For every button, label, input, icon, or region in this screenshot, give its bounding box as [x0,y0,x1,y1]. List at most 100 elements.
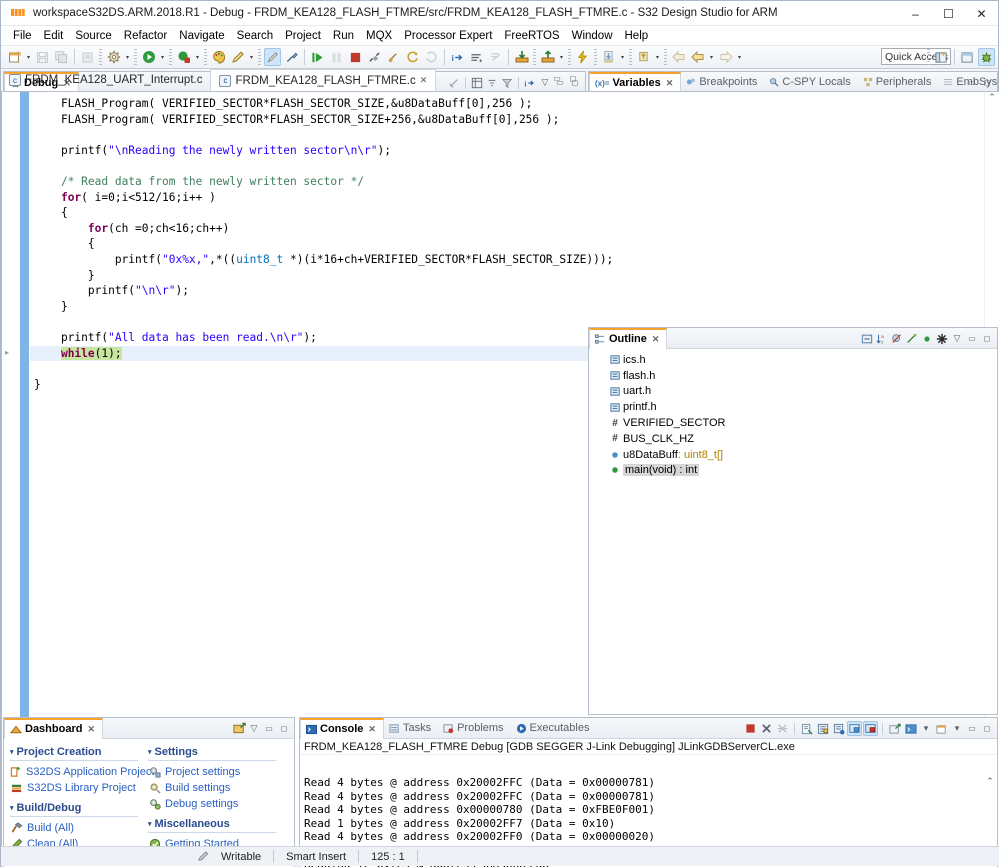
menu-file[interactable]: File [7,29,38,43]
import-icon[interactable] [513,48,530,66]
close-icon[interactable]: ✕ [666,78,674,89]
close-icon[interactable]: ✕ [368,724,376,735]
outline-item-verified-sector[interactable]: # VERIFIED_SECTOR [589,415,997,431]
step-over-icon[interactable] [468,48,485,66]
save-all-icon[interactable] [53,48,70,66]
menu-processor-expert[interactable]: Processor Expert [398,29,498,43]
menu-source[interactable]: Source [69,29,117,43]
sort-icon[interactable]: az [875,331,889,346]
menu-search[interactable]: Search [231,29,279,43]
outline-item-u8databuff[interactable]: u8DataBuff : uint8_t[] [589,447,997,463]
link-build-all[interactable]: Build (All) [10,820,138,836]
clear-console-icon[interactable] [799,721,814,736]
build-gear-icon[interactable] [105,48,122,66]
flash-program-icon[interactable] [600,48,617,66]
tab-peripherals[interactable]: Peripherals [858,72,939,93]
pin-console-selected-icon[interactable] [863,721,878,736]
tab-breakpoints[interactable]: Breakpoints [681,72,764,93]
editor-tab-flash-ftmre[interactable]: c FRDM_KEA128_FLASH_FTMRE.c ✕ [210,69,437,91]
run-dropdown-arrow[interactable]: ▾ [158,48,167,66]
open-dashboard-icon[interactable] [232,721,246,736]
pencil-icon[interactable] [229,48,246,66]
new-console-view-icon[interactable] [903,721,918,736]
flash-erase-icon[interactable] [635,48,652,66]
maximize-button[interactable]: ☐ [932,1,965,26]
save-icon[interactable] [34,48,51,66]
debug-dropdown-arrow[interactable]: ▾ [193,48,202,66]
minimize-view-icon[interactable]: ▭ [262,721,276,736]
debug-launch-icon[interactable] [175,48,192,66]
step-into-icon[interactable]: i [449,48,466,66]
resume-icon[interactable] [309,48,326,66]
step-return-icon[interactable] [487,48,504,66]
hide-nonpublic-icon[interactable] [920,331,934,346]
maximize-view-icon[interactable]: ◻ [277,721,291,736]
menu-window[interactable]: Window [566,29,619,43]
forward-arrow-icon[interactable] [717,48,734,66]
build-dropdown-arrow[interactable]: ▾ [123,48,132,66]
new-icon[interactable] [6,48,23,66]
outline-item-bus-clk-hz[interactable]: # BUS_CLK_HZ [589,431,997,447]
minimize-view-icon[interactable]: ▭ [965,721,979,736]
tab-tasks[interactable]: Tasks [384,718,438,739]
step-forward-icon[interactable] [423,48,440,66]
collapse-all-icon[interactable] [860,331,874,346]
export-icon[interactable] [539,48,556,66]
hide-local-types-icon[interactable] [935,331,949,346]
back-dropdown-arrow[interactable]: ▾ [707,48,716,66]
menu-navigate[interactable]: Navigate [173,29,230,43]
group-title[interactable]: ▾ Project Creation [10,746,138,761]
pin-console-icon[interactable] [831,721,846,736]
group-title[interactable]: ▾ Settings [148,746,276,761]
cpp-perspective-icon[interactable] [959,48,976,66]
open-perspective-icon[interactable] [933,48,950,66]
tab-problems[interactable]: Problems [438,718,510,739]
scroll-up-arrow-icon[interactable]: ⌃ [986,776,994,790]
outline-item-main[interactable]: main(void) : int [589,463,997,479]
link-s32ds-library-project[interactable]: S32DS Library Project [10,780,138,796]
export-dropdown-arrow[interactable]: ▾ [557,48,566,66]
open-console-icon[interactable] [887,721,902,736]
maximize-view-icon[interactable]: ◻ [980,331,994,346]
link-project-settings[interactable]: Project settings [148,764,276,780]
menu-help[interactable]: Help [619,29,655,43]
editor-tab-uart-interrupt[interactable]: c FRDM_KEA128_UART_Interrupt.c [1,69,210,91]
hide-static-icon[interactable] [905,331,919,346]
remove-all-launches-icon[interactable] [775,721,790,736]
minimize-button[interactable]: – [899,1,932,26]
back-history-icon[interactable] [670,48,687,66]
console-menu-dropdown-arrow[interactable]: ▾ [950,721,964,736]
flash-lightning-icon[interactable] [574,48,591,66]
wrench-icon[interactable] [283,48,300,66]
scroll-up-arrow-icon[interactable]: ⌃ [988,92,996,106]
tab-executables[interactable]: Executables [511,718,597,739]
hide-fields-icon[interactable] [890,331,904,346]
flash-program-dropdown-arrow[interactable]: ▾ [618,48,627,66]
maximize-editor-icon[interactable]: ◻ [566,71,580,86]
outline-item-ics-h[interactable]: ics.h [589,352,997,368]
maximize-view-icon[interactable]: ◻ [980,721,994,736]
new-dropdown-arrow[interactable]: ▾ [24,48,33,66]
outline-item-uart-h[interactable]: uart.h [589,384,997,400]
close-button[interactable]: ✕ [965,1,998,26]
pencil-dropdown-arrow[interactable]: ▾ [247,48,256,66]
tab-outline[interactable]: Outline ✕ [589,327,668,349]
tab-console[interactable]: Console ✕ [300,717,384,739]
outline-item-flash-h[interactable]: flash.h [589,368,997,384]
chevron-down-icon[interactable]: ▾ [10,804,14,812]
tab-cspy-locals[interactable]: C-SPY Locals [764,72,857,93]
outline-tree[interactable]: ics.h flash.h uart.h printf.h # VERIFIED… [589,349,997,714]
new-console-dropdown-arrow[interactable]: ▾ [919,721,933,736]
terminate-console-icon[interactable] [743,721,758,736]
debug-perspective-icon[interactable] [978,48,995,66]
group-title[interactable]: ▾ Build/Debug [10,802,138,817]
minimize-view-icon[interactable]: ▭ [965,75,979,90]
remove-terminated-icon[interactable] [385,48,402,66]
forward-dropdown-arrow[interactable]: ▾ [735,48,744,66]
scroll-lock-icon[interactable] [815,721,830,736]
print-icon[interactable] [79,48,96,66]
flash-erase-dropdown-arrow[interactable]: ▾ [653,48,662,66]
minimize-view-icon[interactable]: ▭ [965,331,979,346]
step-back-icon[interactable] [404,48,421,66]
highlight-pen-icon[interactable] [264,48,281,66]
